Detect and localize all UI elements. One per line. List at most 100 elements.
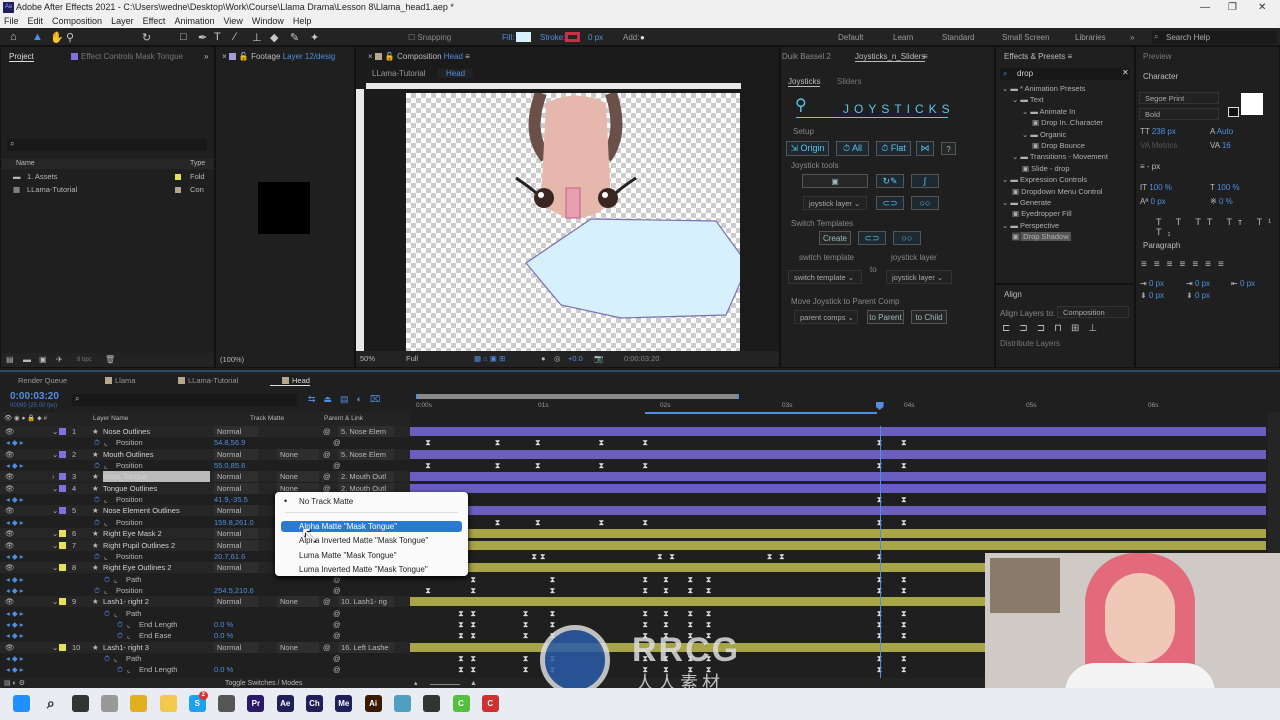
stopwatch-icon[interactable]: ⏱ bbox=[117, 664, 123, 675]
space-before-field[interactable]: ⇟ 0 px bbox=[1140, 291, 1164, 300]
property-row[interactable]: ◂ ◆ ▸ ⏱ ⌞ Path @ bbox=[0, 608, 410, 619]
stopwatch-icon[interactable]: ⏱ bbox=[94, 585, 100, 596]
timeline-track[interactable] bbox=[410, 540, 1268, 551]
keyframe[interactable]: ⧗ bbox=[523, 665, 529, 674]
graph-icon[interactable]: ⌞ bbox=[104, 437, 108, 448]
blend-mode-dropdown[interactable]: Normal bbox=[214, 562, 258, 574]
effects-tree-item[interactable]: ▣ Eyedropper Fill bbox=[1012, 209, 1072, 218]
keyframe[interactable]: ⧗ bbox=[598, 518, 604, 527]
search-icon[interactable]: ⌕ bbox=[42, 695, 59, 712]
keyframe[interactable]: ⧗ bbox=[901, 495, 907, 504]
parent-dropdown[interactable]: 2. Mouth Outl bbox=[338, 471, 394, 483]
keyframe[interactable]: ⧗ bbox=[425, 438, 431, 447]
layer-row[interactable]: 👁 ⌄ 10 ★ Lash1- right 3 Normal None @16. Left L… bbox=[0, 641, 410, 653]
timeline-track[interactable]: ⧗⧗⧗⧗⧗⧗⧗ bbox=[410, 460, 1268, 471]
track-matte-dropdown[interactable]: None bbox=[277, 596, 319, 608]
stroke-swatch[interactable] bbox=[565, 32, 580, 42]
pick-whip-icon[interactable]: @ bbox=[333, 608, 341, 619]
column-name[interactable]: Name bbox=[16, 159, 35, 169]
unlink-icon[interactable]: ○○ bbox=[911, 196, 939, 210]
layer-name[interactable]: Lash1- right 2 bbox=[103, 596, 210, 607]
menu-layer[interactable]: Layer bbox=[111, 16, 134, 26]
menu-composition[interactable]: Composition bbox=[52, 16, 102, 26]
stopwatch-icon[interactable]: ⏱ bbox=[104, 574, 110, 585]
rotate-tool-icon[interactable]: ↻ bbox=[142, 31, 151, 44]
blend-mode-dropdown[interactable]: Normal bbox=[214, 528, 258, 540]
stopwatch-icon[interactable]: ⏱ bbox=[117, 619, 123, 630]
keyframe[interactable]: ⧗ bbox=[495, 518, 501, 527]
layer-row[interactable]: 👁 ⌄ 1 ★ Nose Outlines Normal @5. Nose Elem bbox=[0, 426, 410, 437]
keyframe-navigator[interactable]: ◂ ◆ ▸ bbox=[6, 608, 23, 619]
stopwatch-icon[interactable]: ⏱ bbox=[104, 653, 110, 664]
timeline-track[interactable]: ⧗⧗⧗⧗⧗⧗⧗ bbox=[410, 437, 1268, 448]
new-composition-icon[interactable]: ▣ bbox=[39, 353, 47, 367]
to-child-button[interactable]: to Child bbox=[911, 310, 947, 324]
to-parent-button[interactable]: to Parent bbox=[867, 310, 904, 324]
column-track-matte[interactable]: Track Matte bbox=[250, 412, 284, 426]
keyframe[interactable]: ⧗ bbox=[901, 609, 907, 618]
layer-label-color[interactable] bbox=[59, 541, 66, 549]
tab-project[interactable]: Project bbox=[9, 52, 34, 62]
blend-mode-dropdown[interactable]: Normal bbox=[214, 482, 258, 494]
expand-chevron-icon[interactable]: ⌄ bbox=[52, 540, 58, 551]
track-matte-dropdown[interactable]: None bbox=[277, 641, 319, 653]
keyframe-navigator[interactable]: ◂ ◆ ▸ bbox=[6, 460, 23, 471]
unlink-template-icon[interactable]: ○○ bbox=[893, 231, 921, 245]
pick-whip-icon[interactable]: @ bbox=[333, 619, 341, 630]
keyframe[interactable]: ⧗ bbox=[598, 438, 604, 447]
tab-timeline-head[interactable]: Head bbox=[270, 376, 310, 386]
effects-tree-item[interactable]: ⌄ ▬ Animate In bbox=[1022, 107, 1075, 116]
composition-canvas[interactable] bbox=[406, 90, 749, 351]
keyframe-navigator[interactable]: ◂ ◆ ▸ bbox=[6, 437, 23, 448]
more-workspaces-icon[interactable]: » bbox=[1130, 33, 1134, 42]
track-matte-option[interactable]: Luma Inverted Matte "Mask Tongue" bbox=[299, 565, 428, 574]
stopwatch-icon[interactable]: ⏱ bbox=[94, 517, 100, 528]
keyframe[interactable]: ⧗ bbox=[901, 461, 907, 470]
fill-color-swatch[interactable] bbox=[1241, 93, 1263, 115]
stroke-color-swatch[interactable] bbox=[1228, 107, 1239, 117]
curve-icon[interactable]: ∫ bbox=[911, 174, 939, 188]
color-channels-icon[interactable]: ● bbox=[541, 351, 546, 367]
timeline-track[interactable] bbox=[410, 483, 1268, 494]
stopwatch-icon[interactable]: ⏱ bbox=[104, 608, 110, 619]
preview-title[interactable]: Preview bbox=[1143, 52, 1171, 61]
graph-icon[interactable]: ⌞ bbox=[104, 585, 108, 596]
joystick-layer-dropdown-2[interactable]: joystick layer ⌄ bbox=[886, 270, 952, 284]
stopwatch-icon[interactable]: ⏱ bbox=[94, 551, 100, 562]
keyframe[interactable]: ⧗ bbox=[598, 461, 604, 470]
panel-menu-icon[interactable]: ≡ bbox=[923, 52, 928, 61]
graph-icon[interactable]: ⌞ bbox=[104, 551, 108, 562]
keyframe[interactable]: ⧗ bbox=[458, 631, 464, 640]
roto-brush-icon[interactable]: ✎ bbox=[290, 31, 299, 44]
camtasia-green-icon[interactable]: C bbox=[452, 695, 470, 712]
keyframe[interactable]: ⧗ bbox=[669, 552, 675, 561]
help-button[interactable]: ? bbox=[941, 142, 956, 155]
property-row[interactable]: ◂ ◆ ▸ ⏱ ⌞ Position 254.5,210.6 @ bbox=[0, 585, 410, 596]
interpret-footage-icon[interactable]: ▤ bbox=[6, 353, 14, 367]
property-row[interactable]: ◂ ◆ ▸ ⏱ ⌞ End Ease 0.0 % @ bbox=[0, 630, 410, 641]
layer-row[interactable]: 👁 › 3 ★ Mask Tongue Normal None @2. Mouth Outl bbox=[0, 471, 410, 483]
graph-icon[interactable]: ⌞ bbox=[104, 517, 108, 528]
keyframe[interactable]: ⧗ bbox=[901, 586, 907, 595]
layer-name[interactable]: Right Eye Mask 2 bbox=[103, 528, 210, 539]
resolution-dropdown[interactable]: Full bbox=[406, 351, 418, 367]
keyframe[interactable]: ⧗ bbox=[642, 609, 648, 618]
graph-icon[interactable]: ⌞ bbox=[127, 619, 131, 630]
tracking-field[interactable]: VA 16 bbox=[1210, 141, 1231, 150]
keyframe[interactable]: ⧗ bbox=[470, 665, 476, 674]
layer-duration-bar[interactable] bbox=[410, 506, 1266, 516]
layer-duration-bar[interactable] bbox=[410, 540, 1266, 550]
keyframe[interactable]: ⧗ bbox=[425, 461, 431, 470]
horizontal-scale-field[interactable]: T 100 % bbox=[1210, 183, 1240, 192]
align-to-dropdown[interactable]: Composition bbox=[1057, 306, 1129, 318]
parent-dropdown[interactable]: 5. Nose Elem bbox=[338, 448, 394, 460]
property-value[interactable]: 254.5,210.6 bbox=[214, 585, 254, 596]
chrome-icon[interactable] bbox=[130, 695, 148, 712]
keyframe[interactable]: ⧗ bbox=[688, 609, 694, 618]
hand-tool-icon[interactable]: ✋ bbox=[50, 31, 64, 44]
property-row[interactable]: ◂ ◆ ▸ ⏱ ⌞ Path @ bbox=[0, 653, 410, 664]
column-layer-name[interactable]: Layer Name bbox=[93, 412, 128, 426]
delete-icon[interactable]: 🗑 bbox=[105, 353, 115, 367]
timeline-track[interactable] bbox=[410, 505, 1268, 516]
menu-view[interactable]: View bbox=[223, 16, 242, 26]
